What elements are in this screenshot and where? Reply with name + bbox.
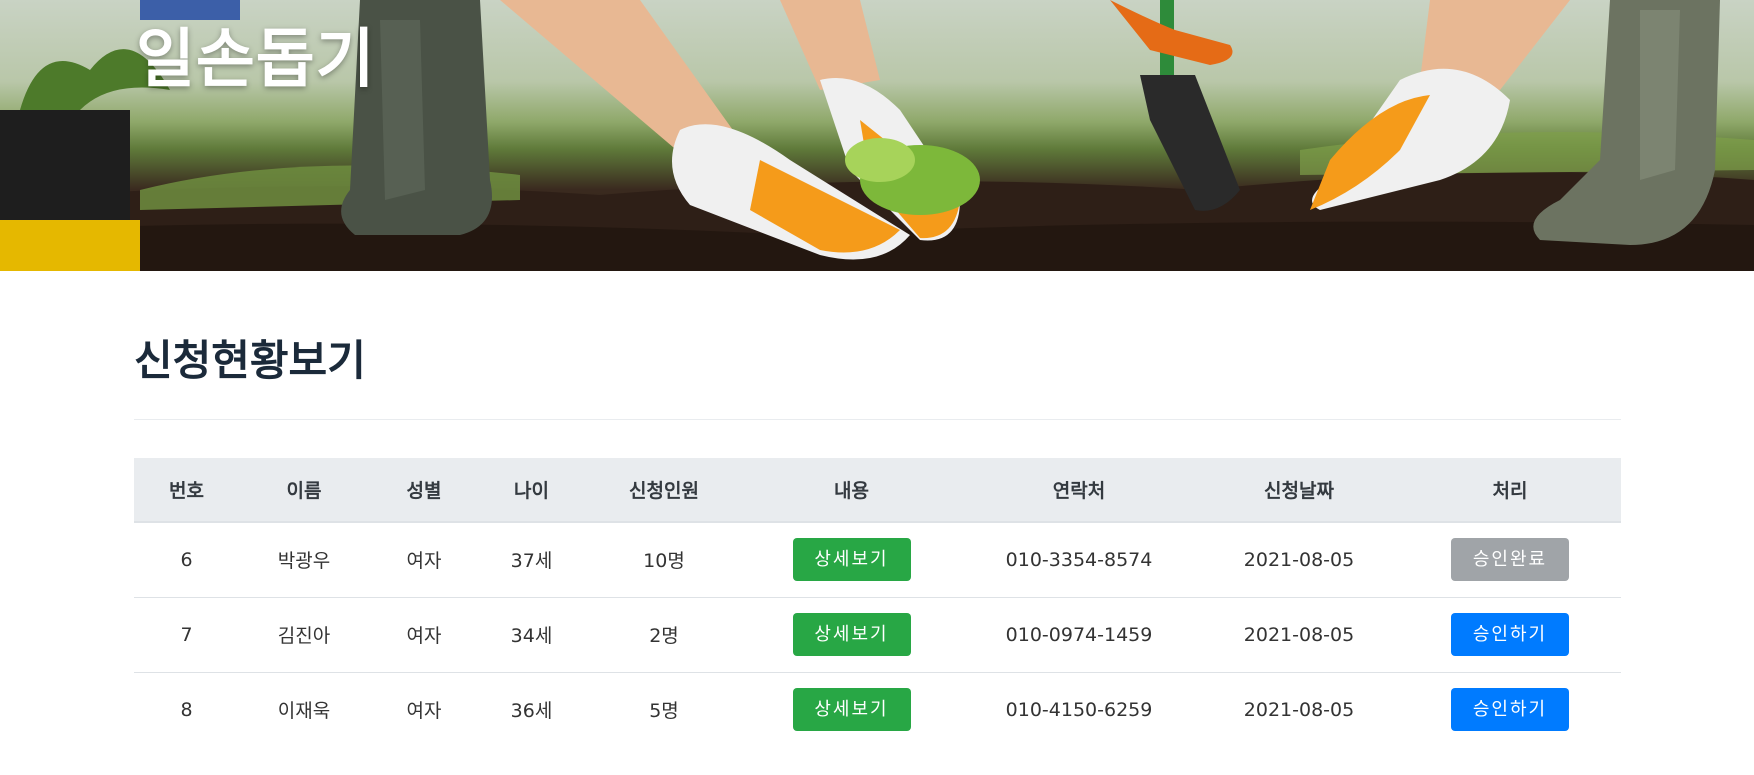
approve-button[interactable]: 승인하기 (1451, 613, 1569, 656)
cell-phone: 010-3354-8574 (1005, 548, 1153, 571)
table-row: 6 박광우 여자 37세 10명 상세보기 010-3354-8574 2021… (134, 522, 1621, 597)
hero-title: 일손돕기 (136, 23, 376, 97)
cell-number: 7 (180, 623, 193, 646)
header-phone: 연락처 (959, 458, 1199, 523)
approved-button[interactable]: 승인완료 (1451, 538, 1569, 582)
cell-content: 상세보기 (744, 522, 959, 597)
page-title: 신청현황보기 (134, 336, 366, 385)
main-content: 신청현황보기 번호 이름 성별 나이 신청인원 내용 연락처 신청날짜 처리 6… (134, 271, 1621, 747)
view-detail-button[interactable]: 상세보기 (792, 688, 911, 732)
cell-name: 박광우 (277, 550, 331, 573)
header-number: 번호 (134, 458, 239, 523)
cell-content: 상세보기 (744, 672, 959, 747)
cell-age: 36세 (510, 700, 553, 723)
applications-table: 번호 이름 성별 나이 신청인원 내용 연락처 신청날짜 처리 6 박광우 여자… (134, 458, 1621, 747)
cell-gender: 여자 (406, 550, 442, 573)
header-age: 나이 (479, 458, 584, 523)
cell-people: 10명 (643, 550, 685, 573)
header-content: 내용 (744, 458, 959, 523)
cell-date: 2021-08-05 (1243, 698, 1355, 721)
cell-date: 2021-08-05 (1243, 623, 1355, 646)
approve-button[interactable]: 승인하기 (1451, 688, 1569, 732)
cell-name: 김진아 (277, 625, 331, 647)
header-people: 신청인원 (584, 458, 744, 523)
cell-number: 6 (180, 548, 193, 571)
cell-name: 이재욱 (277, 700, 331, 723)
cell-action: 승인완료 (1399, 522, 1621, 597)
divider (134, 419, 1621, 420)
table-row: 8 이재욱 여자 36세 5명 상세보기 010-4150-6259 2021-… (134, 672, 1621, 747)
table-header-row: 번호 이름 성별 나이 신청인원 내용 연락처 신청날짜 처리 (134, 458, 1621, 523)
header-action: 처리 (1399, 458, 1621, 523)
cell-date: 2021-08-05 (1243, 548, 1355, 571)
hero-banner: 일손돕기 (0, 0, 1754, 271)
cell-phone: 010-4150-6259 (1005, 698, 1153, 721)
view-detail-button[interactable]: 상세보기 (792, 613, 911, 656)
view-detail-button[interactable]: 상세보기 (792, 538, 911, 582)
cell-number: 8 (180, 698, 193, 721)
cell-age: 37세 (510, 550, 553, 573)
header-name: 이름 (239, 458, 369, 523)
header-date: 신청날짜 (1199, 458, 1399, 523)
cell-people: 2명 (649, 625, 679, 647)
table-row: 7 김진아 여자 34세 2명 상세보기 010-0974-1459 2021-… (134, 597, 1621, 672)
cell-age: 34세 (510, 625, 553, 647)
cell-content: 상세보기 (744, 597, 959, 672)
header-gender: 성별 (369, 458, 479, 523)
cell-phone: 010-0974-1459 (1005, 623, 1153, 646)
cell-action: 승인하기 (1399, 672, 1621, 747)
cell-gender: 여자 (406, 700, 442, 723)
cell-gender: 여자 (406, 625, 442, 647)
cell-people: 5명 (649, 700, 679, 723)
cell-action: 승인하기 (1399, 597, 1621, 672)
